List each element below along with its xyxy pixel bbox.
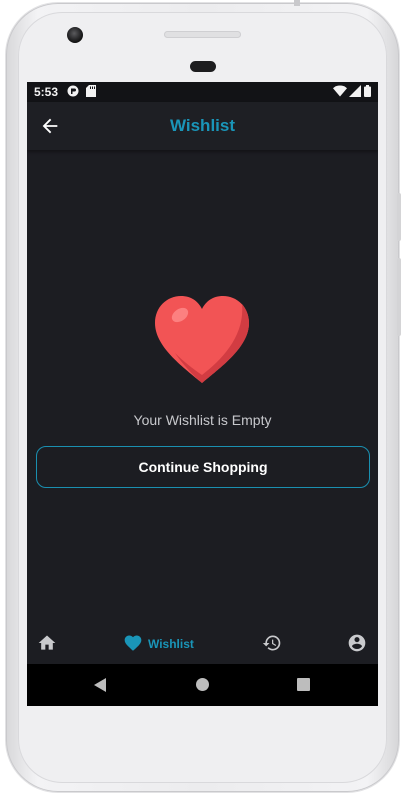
system-navigation-bar — [27, 664, 378, 706]
app-bar: Wishlist — [27, 102, 378, 150]
home-icon — [37, 635, 57, 657]
proximity-sensor — [190, 61, 216, 72]
continue-shopping-button[interactable]: Continue Shopping — [36, 446, 370, 488]
nav-history[interactable] — [262, 633, 284, 655]
earpiece-speaker — [164, 31, 241, 38]
nav-wishlist-label: Wishlist — [148, 637, 194, 651]
bottom-navigation: Wishlist — [27, 624, 378, 664]
status-bar: 5:53 — [27, 82, 378, 102]
status-time: 5:53 — [34, 85, 59, 99]
nav-wishlist[interactable]: Wishlist — [123, 633, 203, 655]
nav-account[interactable] — [347, 633, 369, 655]
heart-icon — [123, 633, 143, 658]
screen: 5:53 Wishlist Your Wishlist is Empty Con — [27, 82, 378, 706]
cell-signal-icon — [349, 85, 361, 100]
history-icon — [262, 635, 282, 657]
sd-card-icon — [86, 85, 96, 100]
empty-wishlist-message: Your Wishlist is Empty — [133, 412, 272, 428]
nav-home[interactable] — [37, 633, 59, 655]
account-icon — [347, 634, 367, 657]
heart-icon — [153, 295, 251, 385]
home-circle-icon[interactable] — [196, 678, 209, 696]
wifi-icon — [333, 85, 347, 100]
page-title: Wishlist — [169, 116, 236, 135]
front-camera — [67, 27, 83, 43]
app-notification-icon — [67, 85, 79, 100]
back-triangle-icon[interactable] — [94, 678, 106, 697]
battery-icon — [364, 85, 371, 100]
recents-square-icon[interactable] — [297, 678, 310, 696]
